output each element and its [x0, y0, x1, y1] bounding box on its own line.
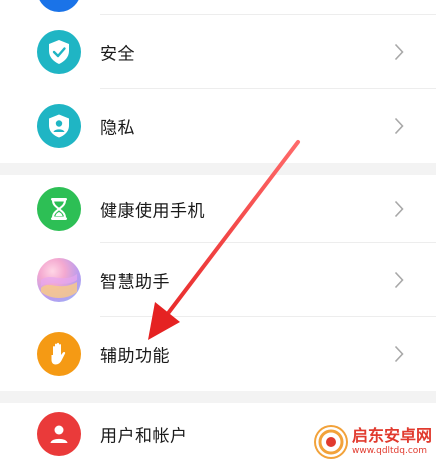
settings-item-label: 辅助功能 [100, 346, 170, 367]
partial-icon [37, 0, 81, 12]
watermark-logo-icon [313, 425, 348, 459]
group-gap [0, 163, 436, 175]
chevron-right-icon [394, 345, 404, 363]
settings-item-label: 隐私 [100, 118, 135, 139]
group-gap [0, 391, 436, 403]
settings-item-privacy[interactable]: 隐私 [0, 89, 436, 163]
chevron-right-icon [394, 200, 404, 218]
settings-item-label: 安全 [100, 44, 135, 65]
previous-row-partial [0, 0, 436, 14]
chevron-right-icon [394, 271, 404, 289]
settings-group-security: 安全 隐私 [0, 15, 436, 163]
hourglass-icon [37, 187, 81, 231]
settings-item-label: 健康使用手机 [100, 201, 205, 222]
watermark-name: 启东安卓网 [351, 426, 432, 445]
settings-group-wellbeing: 健康使用手机 智慧助手 辅助功能 [0, 175, 436, 391]
settings-item-label: 智慧助手 [100, 272, 170, 293]
settings-item-label: 用户和帐户 [100, 426, 188, 447]
chevron-right-icon [394, 43, 404, 61]
settings-item-smart-assistant[interactable]: 智慧助手 [0, 243, 436, 317]
chevron-right-icon [394, 117, 404, 135]
smart-assistant-icon [37, 258, 81, 302]
user-icon [37, 412, 81, 456]
hand-icon [37, 332, 81, 376]
watermark-url: www.qdltdq.com [351, 446, 428, 456]
privacy-person-icon [37, 104, 81, 148]
settings-item-accessibility[interactable]: 辅助功能 [0, 317, 436, 391]
settings-item-security[interactable]: 安全 [0, 15, 436, 89]
settings-item-digital-balance[interactable]: 健康使用手机 [0, 175, 436, 243]
watermark: 启东安卓网 www.qdltdq.com [313, 425, 432, 459]
shield-check-icon [37, 30, 81, 74]
